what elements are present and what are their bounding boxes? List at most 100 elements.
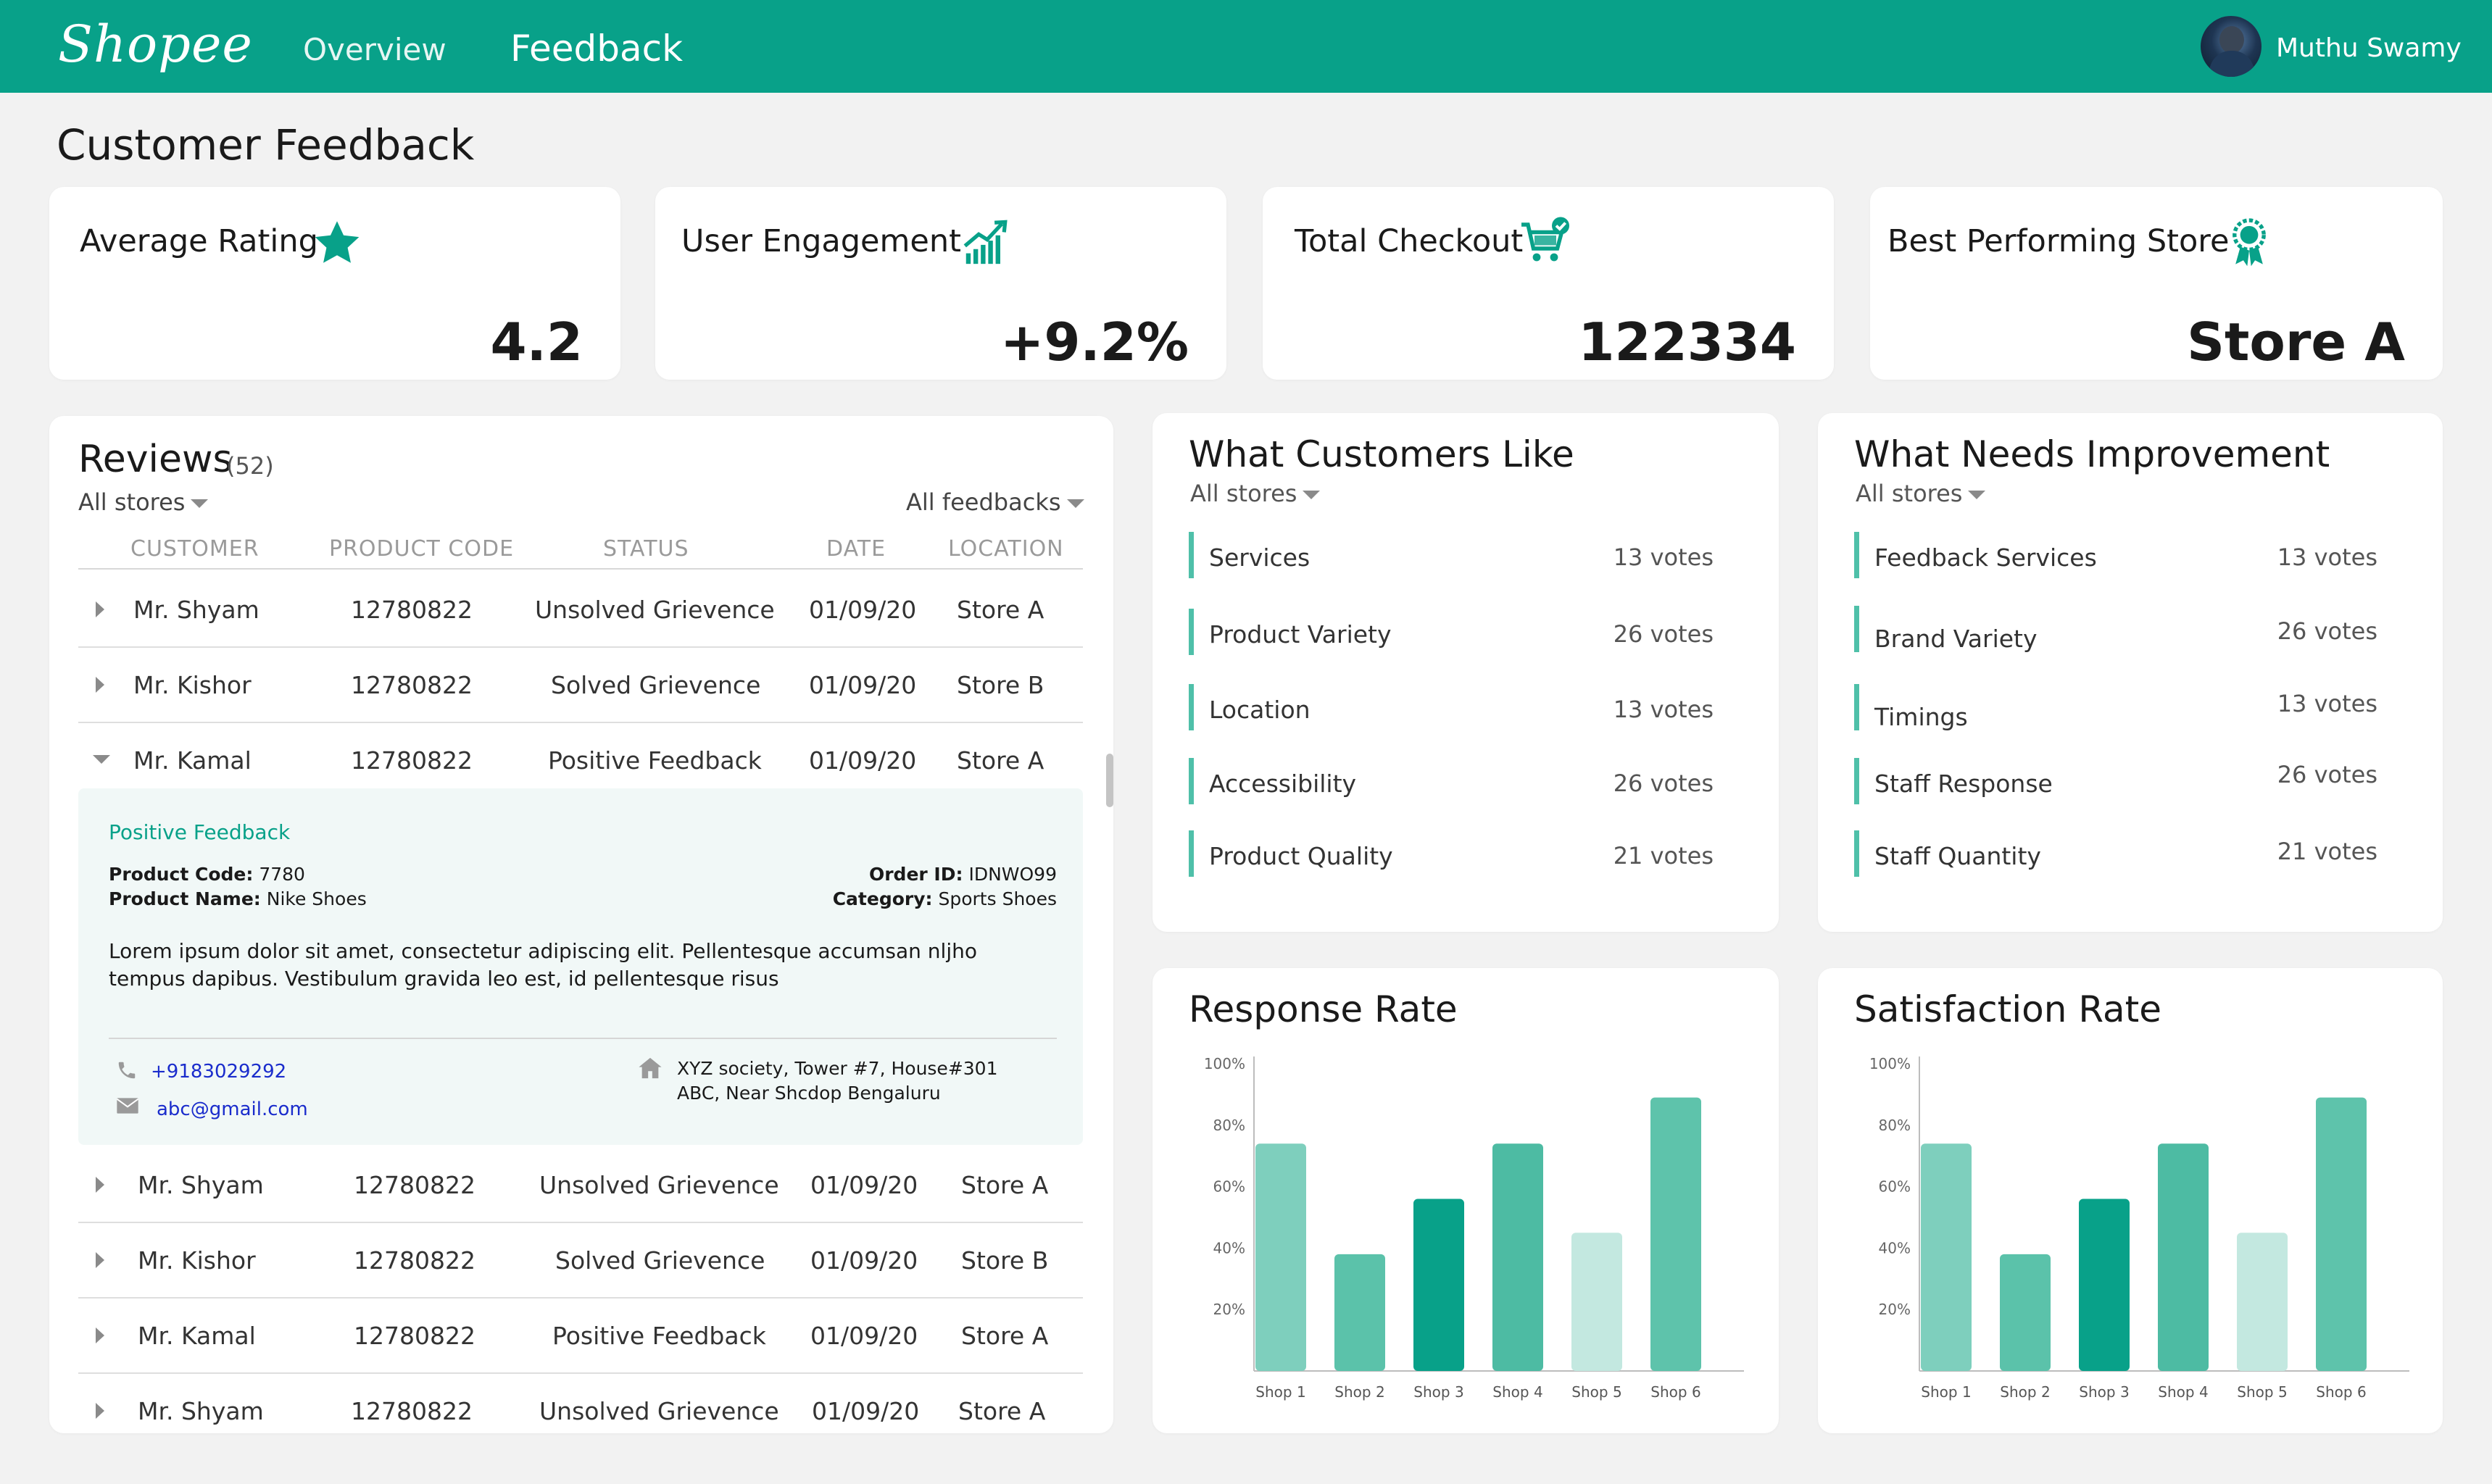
likes-item: Location 13 votes [1189, 684, 1714, 730]
cell-location: Store A [957, 596, 1044, 624]
response-rate-chart-panel: Response Rate 100% 80% 60% 40% 20% Shop 1 Shop… [1152, 968, 1779, 1433]
cell-status: Solved Grievence [555, 1246, 765, 1275]
phone-link[interactable]: +9183029292 [151, 1061, 286, 1083]
page-title: Customer Feedback [57, 120, 475, 170]
cell-location: Store A [961, 1171, 1049, 1199]
y-tick-label: 20% [1213, 1301, 1245, 1318]
header-divider [78, 568, 1083, 570]
address-line-1: XYZ society, Tower #7, House#301 [677, 1058, 998, 1079]
phone-icon [118, 1062, 136, 1079]
bar-shop-2 [2000, 1254, 2051, 1371]
expand-arrow-icon[interactable] [96, 677, 104, 693]
user-avatar[interactable] [2201, 16, 2262, 77]
column-header-location[interactable]: LOCATION [948, 536, 1064, 562]
nav-overview[interactable]: Overview [303, 32, 447, 67]
product-code-info: Product Code: 7780 [109, 864, 305, 885]
email-icon [116, 1098, 139, 1114]
cell-status: Unsolved Grievence [539, 1171, 779, 1199]
item-name: Product Quality [1209, 842, 1393, 870]
column-header-customer[interactable]: CUSTOMER [130, 536, 259, 562]
likes-store-filter[interactable]: All stores [1190, 480, 1321, 507]
cell-location: Store A [958, 1397, 1046, 1425]
expand-arrow-icon[interactable] [96, 1327, 104, 1343]
column-header-status[interactable]: STATUS [603, 536, 689, 562]
satisfaction-rate-chart-panel: Satisfaction Rate 100% 80% 60% 40% 20% Shop 1… [1818, 968, 2443, 1433]
likes-title: What Customers Like [1189, 433, 1574, 475]
likes-item: Product Variety 26 votes [1189, 609, 1714, 655]
email-link[interactable]: abc@gmail.com [157, 1099, 308, 1120]
accent-bar [1854, 758, 1859, 804]
cell-customer: Mr. Kamal [138, 1322, 256, 1350]
shopee-logo[interactable]: Shopee [58, 14, 253, 74]
expand-arrow-icon[interactable] [96, 1252, 104, 1268]
review-comment: Lorem ipsum dolor sit amet, consectetur … [109, 939, 977, 991]
cell-location: Store A [957, 746, 1044, 775]
improvement-item: Staff Quantity 21 votes [1854, 830, 2377, 877]
reviews-scrollbar[interactable] [1106, 754, 1113, 807]
cell-customer: Mr. Shyam [138, 1397, 264, 1425]
product-name-value: Nike Shoes [266, 888, 367, 909]
table-row-expanded[interactable]: Mr. Kamal 12780822 Positive Feedback 01/… [78, 722, 1083, 797]
column-header-product-code[interactable]: PRODUCT CODE [329, 536, 514, 562]
kpi-value: 4.2 [490, 312, 583, 372]
category-info: Category: Sports Shoes [833, 888, 1057, 909]
table-row[interactable]: Mr. Kamal 12780822 Positive Feedback 01/… [78, 1297, 1083, 1374]
cart-check-icon [1521, 217, 1569, 262]
store-filter-dropdown[interactable]: All stores [78, 488, 209, 516]
y-tick-label: 100% [1869, 1055, 1911, 1072]
improvements-filter-label: All stores [1856, 480, 1963, 507]
improvements-store-filter[interactable]: All stores [1856, 480, 1986, 507]
kpi-card-best-store: Best Performing Store Store A [1870, 187, 2443, 380]
expand-arrow-icon[interactable] [96, 1177, 104, 1193]
cell-customer: Mr. Shyam [138, 1171, 264, 1199]
bar-shop-4 [1492, 1143, 1543, 1371]
column-header-date[interactable]: DATE [826, 536, 886, 562]
item-votes: 26 votes [1613, 620, 1714, 648]
y-tick-label: 40% [1879, 1239, 1911, 1256]
kpi-card-user-engagement: User Engagement +9.2% [655, 187, 1226, 380]
y-tick-label: 20% [1879, 1301, 1911, 1318]
order-id-label: Order ID: [868, 864, 963, 885]
product-name-info: Product Name: Nike Shoes [109, 888, 367, 909]
kpi-value: Store A [2187, 312, 2405, 372]
cell-date: 01/09/20 [809, 596, 917, 624]
user-name[interactable]: Muthu Swamy [2276, 33, 2462, 63]
nav-feedback[interactable]: Feedback [510, 28, 683, 70]
top-navigation-bar: Shopee Overview Feedback Muthu Swamy [0, 0, 2492, 93]
y-tick-label: 100% [1204, 1055, 1245, 1072]
item-votes: 26 votes [2277, 617, 2377, 645]
table-row[interactable]: Mr. Kishor 12780822 Solved Grievence 01/… [78, 1222, 1083, 1298]
accent-bar [1189, 609, 1194, 655]
item-votes: 13 votes [1613, 696, 1714, 723]
collapse-arrow-icon[interactable] [93, 755, 110, 764]
table-row[interactable]: Mr. Shyam 12780822 Unsolved Grievence 01… [78, 571, 1083, 648]
feedback-filter-dropdown[interactable]: All feedbacks [906, 488, 1084, 516]
chevron-down-icon [191, 499, 209, 508]
table-row[interactable]: Mr. Shyam 12780822 Unsolved Grievence 01… [78, 1146, 1083, 1223]
cell-status: Solved Grievence [551, 671, 761, 699]
item-votes: 26 votes [2277, 761, 2377, 788]
y-tick-label: 60% [1879, 1178, 1911, 1196]
item-name: Feedback Services [1874, 543, 2097, 572]
home-icon [639, 1057, 662, 1079]
cell-status: Positive Feedback [552, 1322, 766, 1350]
likes-filter-label: All stores [1190, 480, 1297, 507]
expand-arrow-icon[interactable] [96, 601, 104, 617]
feedback-filter-label: All feedbacks [906, 488, 1061, 516]
expand-arrow-icon[interactable] [96, 1403, 104, 1419]
avatar-head [2219, 26, 2244, 54]
product-name-label: Product Name: [109, 888, 261, 909]
item-name: Product Variety [1209, 620, 1392, 649]
table-row[interactable]: Mr. Kishor 12780822 Solved Grievence 01/… [78, 646, 1083, 723]
accent-bar [1189, 758, 1194, 804]
item-name: Staff Response [1874, 770, 2053, 798]
accent-bar [1854, 606, 1859, 652]
table-row[interactable]: Mr. Shyam 12780822 Unsolved Grievence 01… [78, 1372, 1083, 1433]
bar-shop-4 [2158, 1143, 2209, 1371]
address-line-2: ABC, Near Shcdop Bengaluru [677, 1083, 941, 1104]
kpi-label: Average Rating [80, 223, 318, 259]
chevron-down-icon [1066, 499, 1084, 508]
category-label: Category: [832, 888, 933, 909]
reviews-title: Reviews [78, 438, 233, 481]
cell-customer: Mr. Kishor [133, 671, 252, 699]
